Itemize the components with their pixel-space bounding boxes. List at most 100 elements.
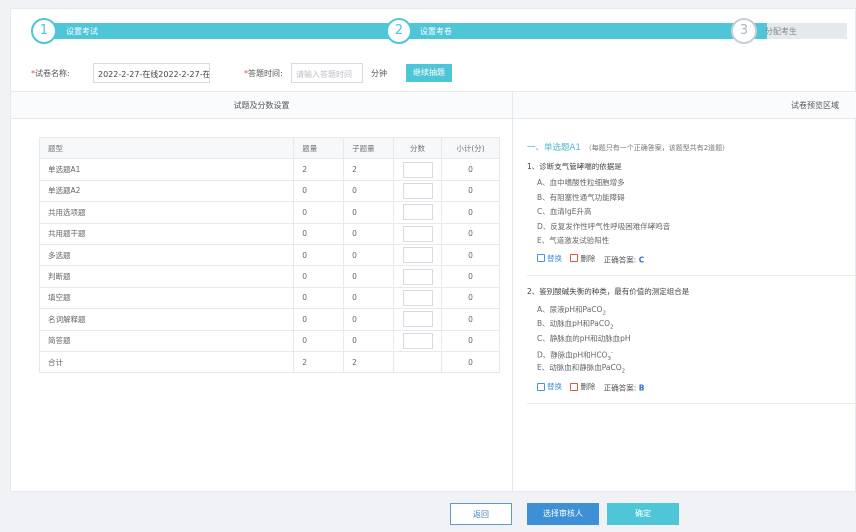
question-1-option-e: E、气道激发试验阳性 bbox=[537, 236, 610, 245]
cell-subcount: 0 bbox=[343, 244, 394, 267]
score-input[interactable] bbox=[402, 225, 433, 242]
table-row: 名词解释题 0 0 0 bbox=[39, 308, 500, 331]
back-button[interactable]: 返回 bbox=[450, 503, 512, 525]
cell-subcount: 0 bbox=[343, 223, 394, 245]
cell-score bbox=[393, 265, 442, 288]
question-1-stem: 1、诊断支气管哮喘的依据是 bbox=[527, 162, 622, 171]
cell-type: 填空题 bbox=[39, 287, 294, 310]
cell-type: 多选题 bbox=[39, 244, 294, 267]
question-1-actions: 替换 删除 正确答案: C bbox=[537, 253, 856, 267]
choose-reviewer-button[interactable]: 选择审核人 bbox=[527, 503, 599, 525]
table-row: 单选题A1 2 2 0 bbox=[39, 158, 500, 181]
cell-subcount: 0 bbox=[343, 201, 394, 224]
cell-count: 0 bbox=[293, 180, 344, 203]
question-1-replace-button[interactable]: 替换 bbox=[537, 253, 562, 264]
cell-score bbox=[393, 287, 442, 310]
cell-subcount: 0 bbox=[343, 265, 394, 288]
step-2-label[interactable]: 设置考卷 bbox=[420, 26, 452, 37]
step-3-circle[interactable]: 3 bbox=[731, 18, 757, 44]
question-2-option-b: B、动脉血pH和PaCO2 bbox=[537, 319, 614, 331]
cell-subtotal: 0 bbox=[441, 244, 500, 267]
score-input[interactable] bbox=[402, 268, 433, 285]
question-2-option-c: C、静脉血的pH和动脉血pH bbox=[537, 333, 631, 343]
table-row: 共用题干题 0 0 0 bbox=[39, 223, 500, 245]
answer-time-label: *答题时间: bbox=[244, 69, 283, 78]
col-header-subtotal: 小计(分) bbox=[441, 137, 500, 160]
footer-bar: 返回 选择审核人 确定 bbox=[0, 492, 856, 532]
score-input[interactable] bbox=[402, 247, 433, 264]
paper-name-label: *试卷名称: bbox=[31, 69, 70, 78]
score-input[interactable] bbox=[402, 332, 433, 349]
paper-settings-row: *试卷名称: 2022-2-27-在线2022-2-27-在线 *答题时间: 请… bbox=[31, 62, 531, 86]
cell-subcount: 0 bbox=[343, 287, 394, 310]
step-2-circle[interactable]: 2 bbox=[386, 18, 412, 44]
cell-count: 0 bbox=[293, 265, 344, 288]
cell-score bbox=[393, 244, 442, 267]
question-2-delete-button[interactable]: 删除 bbox=[570, 381, 595, 392]
score-input[interactable] bbox=[402, 311, 433, 328]
cell-score bbox=[393, 351, 442, 374]
cell-count: 2 bbox=[293, 158, 344, 181]
progress-stepper: 1 设置考试 2 设置考卷 3 分配考生 bbox=[31, 18, 847, 44]
cell-subcount: 0 bbox=[343, 308, 394, 331]
question-2-stem: 2、鉴别酸碱失衡的种类，最有价值的测定组合是 bbox=[527, 286, 690, 296]
cell-score bbox=[393, 330, 442, 352]
exam-setup-page: 1 设置考试 2 设置考卷 3 分配考生 *试卷名称: 2022-2-27-在线… bbox=[10, 8, 856, 493]
score-input[interactable] bbox=[402, 182, 433, 199]
left-pane-title: 试题及分数设置 bbox=[11, 91, 512, 119]
paper-preview: 一、单选题A1 （每题只有一个正确答案，该题型共有2道题） 1、诊断支气管哮喘的依… bbox=[527, 141, 856, 404]
step-1-label[interactable]: 设置考试 bbox=[66, 26, 98, 37]
score-input[interactable] bbox=[402, 204, 433, 221]
question-2-answer: 正确答案: B bbox=[603, 383, 645, 393]
question-2-replace-button[interactable]: 替换 bbox=[537, 381, 562, 392]
cell-score bbox=[393, 158, 442, 181]
cell-count: 2 bbox=[293, 351, 344, 374]
question-1-option-a: A、血中嗜酸性粒细胞增多 bbox=[537, 178, 625, 187]
cell-count: 0 bbox=[293, 223, 344, 245]
cell-type: 名词解释题 bbox=[39, 308, 294, 331]
paper-name-input[interactable]: 2022-2-27-在线2022-2-27-在线 bbox=[93, 63, 210, 83]
cell-subcount: 2 bbox=[343, 158, 394, 181]
confirm-button[interactable]: 确定 bbox=[607, 503, 679, 525]
cell-type: 共用题干题 bbox=[39, 223, 294, 245]
table-header-row: 题型 题量 子题量 分数 小计(分) bbox=[39, 137, 500, 160]
table-total-row: 合计 2 2 0 bbox=[39, 351, 500, 374]
cell-subtotal: 0 bbox=[441, 287, 500, 310]
cell-score bbox=[393, 308, 442, 331]
question-2-option-a: A、尿液pH和PaCO2 bbox=[537, 304, 606, 317]
cell-subtotal: 0 bbox=[441, 308, 500, 331]
question-1-delete-button[interactable]: 删除 bbox=[570, 253, 595, 264]
step-1-circle[interactable]: 1 bbox=[31, 18, 57, 44]
cell-subtotal: 0 bbox=[441, 265, 500, 288]
cell-subtotal: 0 bbox=[441, 201, 500, 224]
section-title: 一、单选题A1 （每题只有一个正确答案，该题型共有2道题） bbox=[527, 143, 730, 153]
cell-subcount: 0 bbox=[343, 180, 394, 203]
answer-time-input[interactable]: 请输入答题时间 bbox=[291, 63, 363, 83]
table-row: 填空题 0 0 0 bbox=[39, 287, 500, 310]
cell-score bbox=[393, 223, 442, 245]
cell-subtotal: 0 bbox=[441, 180, 500, 203]
score-input[interactable] bbox=[402, 161, 433, 178]
cell-score bbox=[393, 201, 442, 224]
step-3-label[interactable]: 分配考生 bbox=[765, 26, 797, 37]
question-1-option-c: C、血清IgE升高 bbox=[537, 207, 592, 216]
cell-subtotal: 0 bbox=[441, 330, 500, 352]
table-row: 判断题 0 0 0 bbox=[39, 265, 500, 288]
score-input[interactable] bbox=[402, 289, 433, 306]
table-row: 多选题 0 0 0 bbox=[39, 244, 500, 267]
question-1-option-b: B、有阻塞性通气功能障碍 bbox=[537, 192, 625, 202]
continue-draw-button[interactable]: 继续抽题 bbox=[406, 64, 452, 82]
table-row: 共用选项题 0 0 0 bbox=[39, 201, 500, 224]
question-separator bbox=[527, 403, 856, 404]
trash-icon bbox=[570, 382, 579, 391]
col-header-subcount: 子题量 bbox=[343, 137, 394, 160]
cell-subcount: 0 bbox=[343, 330, 394, 352]
cell-count: 0 bbox=[293, 244, 344, 267]
question-2-actions: 替换 删除 正确答案: B bbox=[537, 381, 856, 395]
cell-subcount: 2 bbox=[343, 351, 394, 374]
question-1-answer: 正确答案: C bbox=[603, 255, 645, 264]
col-header-score: 分数 bbox=[393, 137, 442, 160]
table-row: 简答题 0 0 0 bbox=[39, 330, 500, 352]
question-separator bbox=[527, 274, 856, 276]
minutes-unit: 分钟 bbox=[371, 69, 387, 78]
